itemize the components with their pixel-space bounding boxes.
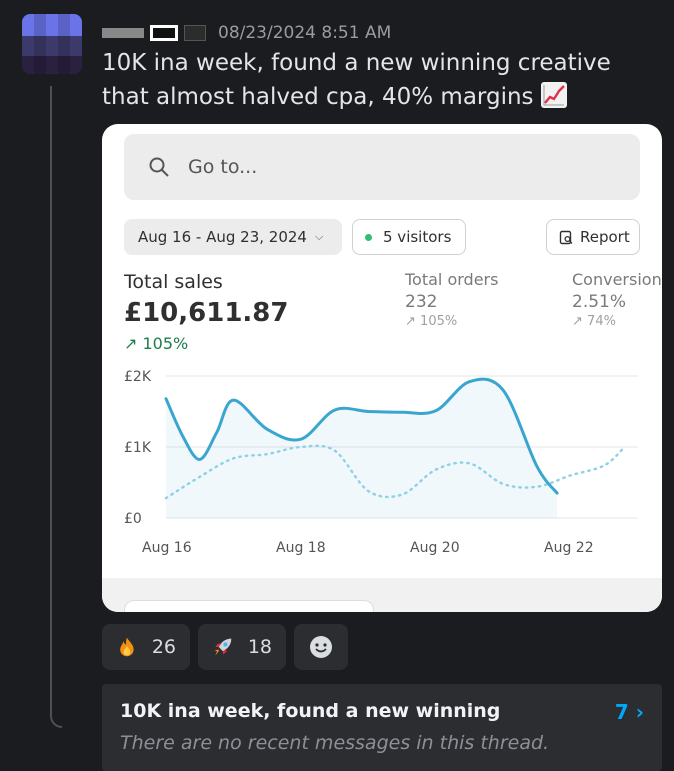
report-label: Report <box>580 228 630 246</box>
fire-icon <box>120 637 134 657</box>
redacted-username <box>102 28 144 38</box>
x-tick-label: Aug 20 <box>410 540 460 556</box>
total-sales-label: Total sales <box>124 271 223 293</box>
total-orders-change: ↗ 105% <box>405 314 457 329</box>
avatar[interactable] <box>22 14 82 74</box>
date-range-picker[interactable]: Aug 16 - Aug 23, 2024 ⌵ <box>124 219 342 255</box>
total-sales-change: ↗ 105% <box>124 334 188 353</box>
chart-increasing-icon <box>540 82 567 108</box>
search-bar[interactable]: Go to... <box>124 134 640 200</box>
conversion-change: ↗ 74% <box>572 314 616 329</box>
search-icon <box>149 157 169 177</box>
live-status-dot <box>365 233 372 241</box>
thread-message-count[interactable]: 7 › <box>615 700 644 724</box>
trend-up-icon: ↗ <box>572 314 583 329</box>
thread-connector-line <box>50 86 62 728</box>
thread-preview[interactable]: 10K ina week, found a new winning There … <box>102 684 662 771</box>
visitors-indicator[interactable]: 5 visitors <box>352 219 466 255</box>
total-orders-change-value: 105% <box>420 314 458 329</box>
message-timestamp: 08/23/2024 8:51 AM <box>218 23 392 43</box>
conversion-change-value: 74% <box>587 314 616 329</box>
thread-subtitle: There are no recent messages in this thr… <box>120 732 550 754</box>
y-tick-label: £1K <box>124 440 152 456</box>
chevron-down-icon: ⌵ <box>314 230 324 243</box>
x-tick-label: Aug 22 <box>544 540 594 556</box>
sales-line-chart[interactable]: £2K £1K £0Aug 16 Aug 18 Aug 20 Aug 22 <box>102 362 662 562</box>
total-orders-value: 232 <box>405 292 438 312</box>
visitors-label: 5 visitors <box>383 228 452 246</box>
reaction-rocket[interactable]: 18 <box>198 624 286 670</box>
redacted-badge <box>150 25 178 41</box>
reaction-count: 18 <box>247 636 272 658</box>
total-sales-value: £10,611.87 <box>124 298 289 328</box>
y-tick-label: £0 <box>124 511 142 527</box>
thread-title: 10K ina week, found a new winning <box>120 700 501 722</box>
search-placeholder: Go to... <box>188 156 258 178</box>
report-icon <box>559 230 573 244</box>
date-range-label: Aug 16 - Aug 23, 2024 <box>138 228 307 246</box>
y-tick-label: £2K <box>124 369 152 385</box>
trend-up-icon: ↗ <box>405 314 416 329</box>
x-tick-label: Aug 18 <box>276 540 326 556</box>
message-header: 08/23/2024 8:51 AM <box>102 20 391 46</box>
reaction-count: 26 <box>151 636 176 658</box>
total-orders-label: Total orders <box>405 270 499 289</box>
report-button[interactable]: Report <box>546 219 640 255</box>
analytics-screenshot-card[interactable]: Go to... Aug 16 - Aug 23, 2024 ⌵ 5 visit… <box>102 124 662 612</box>
conversion-label: Conversion <box>572 270 662 289</box>
reaction-fire[interactable]: 26 <box>102 624 190 670</box>
series-area <box>166 379 558 518</box>
redacted-tag <box>184 25 206 41</box>
smiley-icon <box>310 636 332 658</box>
x-tick-label: Aug 16 <box>142 540 192 556</box>
card-footer <box>102 578 662 612</box>
add-reaction-button[interactable] <box>294 624 348 670</box>
total-sales-change-value: 105% <box>142 334 189 353</box>
message-text: 10K ina week, found a new winning creati… <box>102 50 611 110</box>
trend-up-icon: ↗ <box>124 334 138 353</box>
partial-widget <box>124 600 374 612</box>
message-content: 10K ina week, found a new winning creati… <box>102 46 642 114</box>
rocket-icon <box>214 638 232 656</box>
conversion-value: 2.51% <box>572 292 627 312</box>
